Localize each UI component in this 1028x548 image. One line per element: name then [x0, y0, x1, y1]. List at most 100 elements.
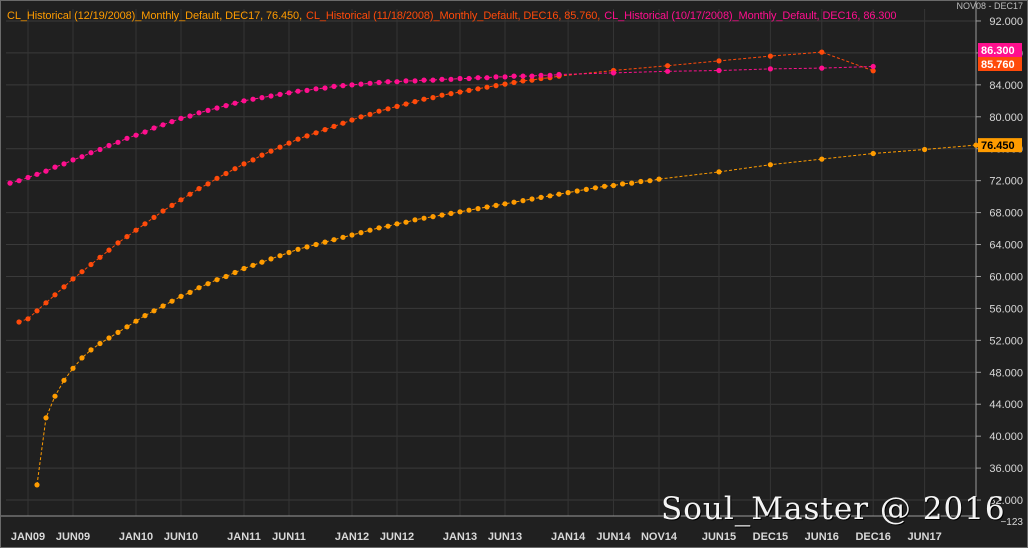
data-point — [70, 365, 76, 371]
data-point — [716, 58, 722, 64]
data-point — [88, 347, 94, 353]
data-point — [322, 127, 328, 133]
data-point — [493, 202, 499, 208]
data-point — [70, 276, 76, 282]
data-point — [133, 318, 139, 324]
x-tick-label: JAN09 — [11, 531, 45, 543]
data-point — [25, 316, 31, 322]
data-point — [295, 88, 301, 94]
data-point — [358, 81, 364, 87]
x-tick-label: JUN15 — [702, 531, 736, 543]
data-point — [430, 95, 436, 101]
data-point — [457, 75, 463, 82]
data-point — [115, 240, 121, 246]
y-tick-label: 44.000 — [989, 399, 1023, 411]
data-point — [169, 119, 175, 125]
data-point — [70, 157, 76, 163]
x-tick-label: JAN12 — [335, 531, 369, 543]
data-point — [520, 78, 526, 84]
data-point — [592, 185, 599, 191]
data-point — [502, 81, 508, 87]
data-point — [214, 105, 220, 111]
data-point — [223, 170, 229, 177]
data-point — [538, 194, 544, 200]
data-point — [430, 77, 436, 83]
data-point — [223, 273, 229, 280]
data-point — [556, 191, 562, 197]
data-point — [322, 239, 328, 245]
data-point — [79, 154, 85, 160]
data-point — [583, 186, 589, 192]
data-point — [268, 256, 274, 262]
data-point — [313, 130, 319, 136]
data-point — [313, 86, 319, 92]
y-tick-label: 52.000 — [989, 335, 1023, 347]
data-point — [151, 214, 157, 220]
data-point — [403, 101, 409, 107]
data-point — [214, 277, 220, 283]
x-tick-label: JUN12 — [380, 531, 414, 543]
data-point — [7, 180, 13, 186]
data-point — [349, 117, 355, 123]
data-point — [448, 210, 454, 216]
data-point — [259, 95, 265, 101]
data-point — [349, 82, 355, 88]
data-point — [169, 298, 175, 304]
data-point — [196, 285, 202, 291]
data-point — [610, 70, 617, 76]
data-point — [232, 269, 238, 276]
data-point — [475, 75, 481, 81]
data-point — [97, 254, 103, 260]
y-tick-label: 36.000 — [989, 463, 1023, 475]
data-point — [520, 73, 526, 79]
data-point — [665, 63, 671, 69]
x-tick-label: DEC16 — [855, 531, 890, 543]
data-point — [196, 110, 202, 116]
data-point — [385, 106, 391, 112]
data-point — [529, 73, 535, 79]
y-tick-label: 64.000 — [989, 240, 1023, 252]
data-point — [466, 75, 472, 82]
data-point — [520, 198, 526, 204]
data-point — [421, 96, 427, 102]
data-point — [286, 140, 292, 146]
data-point — [340, 120, 346, 126]
data-point — [205, 181, 211, 187]
data-point — [160, 122, 166, 128]
data-point — [457, 209, 463, 215]
data-point — [973, 142, 979, 148]
data-point — [403, 219, 409, 225]
data-point — [142, 221, 148, 227]
data-point — [178, 115, 184, 121]
series-line-1 — [18, 51, 874, 323]
x-tick-label: JAN11 — [227, 531, 261, 543]
data-point — [394, 103, 400, 109]
data-point — [61, 161, 67, 167]
data-point — [421, 215, 427, 221]
date-range-label: NOV08 - DEC17 — [956, 1, 1023, 11]
data-point — [870, 63, 876, 70]
data-point — [241, 98, 247, 104]
data-point — [819, 49, 825, 55]
data-point — [250, 157, 256, 163]
data-point — [466, 207, 472, 213]
data-point — [358, 114, 364, 120]
data-point — [304, 87, 310, 93]
y-tick-label: 80.000 — [989, 112, 1023, 124]
data-point — [133, 132, 139, 138]
y-tick-label: 56.000 — [989, 303, 1023, 315]
data-point — [493, 74, 499, 80]
data-point — [106, 142, 112, 149]
data-point — [448, 91, 454, 97]
data-point — [484, 75, 490, 81]
data-point — [767, 53, 774, 59]
data-point — [403, 78, 409, 84]
data-point — [448, 76, 454, 82]
data-point — [151, 125, 157, 131]
watermark: Soul_Master @ 2016 — [661, 491, 1006, 527]
data-point — [52, 393, 58, 399]
data-point — [187, 191, 193, 197]
y-tick-label: 48.000 — [989, 367, 1023, 379]
y-tick-label: 60.000 — [989, 271, 1023, 283]
data-point — [88, 150, 94, 156]
